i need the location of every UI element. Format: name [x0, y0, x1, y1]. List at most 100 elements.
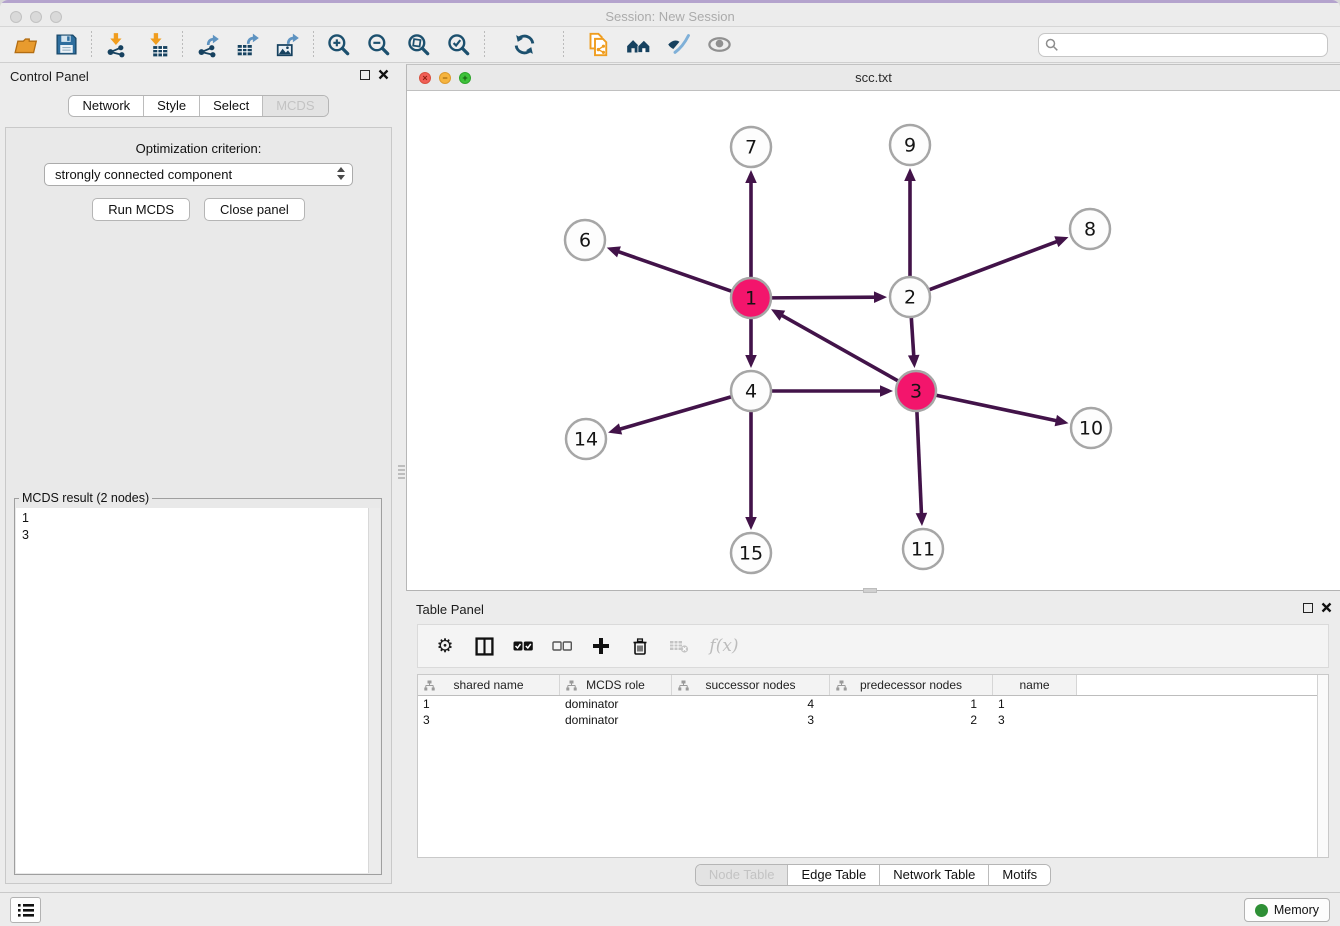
table-tabs: Node TableEdge TableNetwork TableMotifs — [695, 864, 1051, 886]
network-canvas[interactable]: 7968124314101511 — [407, 91, 1340, 591]
edge-3-11[interactable] — [917, 411, 922, 515]
zoom-fit-icon[interactable] — [399, 29, 439, 61]
column-header-successor-nodes[interactable]: successor nodes — [672, 675, 830, 695]
network-graph: 7968124314101511 — [407, 91, 1340, 591]
save-session-icon[interactable] — [46, 29, 86, 61]
edge-arrowhead-4-14 — [608, 423, 622, 434]
documents-share-icon[interactable] — [579, 29, 619, 61]
mcds-result-title: MCDS result (2 nodes) — [19, 491, 152, 505]
columns-icon[interactable] — [471, 633, 497, 659]
import-table-icon[interactable] — [137, 29, 177, 61]
cell-name[interactable]: 1 — [993, 696, 1077, 712]
graph-node-label-6: 6 — [579, 230, 591, 252]
edge-arrowhead-1-4 — [745, 355, 757, 368]
window-title: Session: New Session — [0, 9, 1340, 24]
cell-successor-nodes[interactable]: 3 — [672, 712, 830, 728]
control-panel: Control Panel NetworkStyleSelectMCDS Opt… — [0, 63, 397, 892]
export-image-icon[interactable] — [268, 29, 308, 61]
edge-1-6[interactable] — [617, 251, 732, 291]
edge-1-2[interactable] — [771, 297, 876, 298]
optimization-criterion-label: Optimization criterion: — [6, 141, 391, 156]
tab-node-table[interactable]: Node Table — [696, 865, 789, 885]
panel-splitter[interactable] — [397, 63, 406, 892]
cell-predecessor-nodes[interactable]: 1 — [830, 696, 993, 712]
zoom-selected-icon[interactable] — [439, 29, 479, 61]
close-panel-button[interactable]: Close panel — [204, 198, 305, 221]
checked-boxes-icon[interactable] — [510, 633, 536, 659]
criterion-select[interactable]: strongly connected component — [44, 163, 353, 186]
gear-icon[interactable]: ⚙ — [432, 633, 458, 659]
export-table-icon[interactable] — [228, 29, 268, 61]
panel-selector-button[interactable] — [10, 897, 41, 923]
cell-shared-name[interactable]: 3 — [418, 712, 560, 728]
column-header-shared-name[interactable]: shared name — [418, 675, 560, 695]
edge-arrowhead-2-3 — [908, 355, 920, 368]
cell-successor-nodes[interactable]: 4 — [672, 696, 830, 712]
graph-node-label-7: 7 — [745, 137, 757, 159]
toolbar-separator — [313, 31, 314, 59]
close-panel-icon[interactable] — [1321, 602, 1332, 613]
edge-2-3[interactable] — [911, 317, 914, 357]
tab-network-table[interactable]: Network Table — [880, 865, 989, 885]
apply-layout-icon[interactable] — [504, 29, 544, 61]
column-header-MCDS-role[interactable]: MCDS role — [560, 675, 672, 695]
edge-arrowhead-4-15 — [745, 517, 757, 530]
float-panel-icon[interactable] — [360, 70, 370, 80]
node-table[interactable]: shared nameMCDS rolesuccessor nodesprede… — [417, 674, 1329, 858]
network-window-title: scc.txt — [407, 70, 1340, 85]
table-toolbar: ⚙ f(x) — [417, 624, 1329, 668]
edge-3-1[interactable] — [781, 315, 899, 381]
tab-select[interactable]: Select — [200, 96, 263, 116]
edge-arrowhead-3-10 — [1055, 415, 1069, 426]
close-panel-icon[interactable] — [378, 69, 389, 80]
export-network-icon[interactable] — [188, 29, 228, 61]
unchecked-boxes-icon[interactable] — [549, 633, 575, 659]
eye-slash-icon[interactable] — [659, 29, 699, 61]
mcds-result-area[interactable]: 1 3 — [16, 508, 380, 873]
application-window: Session: New Session — [0, 0, 1340, 926]
tab-motifs[interactable]: Motifs — [989, 865, 1050, 885]
edge-3-10[interactable] — [936, 395, 1058, 421]
splitter-grip[interactable] — [398, 465, 405, 481]
search-icon — [1045, 38, 1059, 52]
column-header-name[interactable]: name — [993, 675, 1077, 695]
tab-mcds[interactable]: MCDS — [263, 96, 327, 116]
table-body: 1dominator4113dominator323 — [418, 696, 1328, 728]
graph-node-label-4: 4 — [745, 381, 757, 403]
edge-2-8[interactable] — [929, 241, 1058, 290]
plus-icon[interactable] — [588, 633, 614, 659]
cell-MCDS-role[interactable]: dominator — [560, 712, 672, 728]
column-header-predecessor-nodes[interactable]: predecessor nodes — [830, 675, 993, 695]
open-file-icon[interactable] — [6, 29, 46, 61]
edge-4-14[interactable] — [619, 397, 732, 430]
tab-network[interactable]: Network — [69, 96, 144, 116]
search-input[interactable] — [1038, 33, 1328, 57]
trash-icon[interactable] — [627, 633, 653, 659]
edge-arrowhead-2-8 — [1054, 236, 1068, 247]
table-scrollbar[interactable] — [1317, 675, 1328, 857]
tab-edge-table[interactable]: Edge Table — [788, 865, 880, 885]
run-mcds-button[interactable]: Run MCDS — [92, 198, 190, 221]
table-row[interactable]: 1dominator411 — [418, 696, 1328, 712]
delete-table-icon — [666, 633, 692, 659]
canvas-resize-grip[interactable] — [863, 588, 877, 593]
houses-icon[interactable] — [619, 29, 659, 61]
zoom-in-icon[interactable] — [319, 29, 359, 61]
graph-node-label-15: 15 — [739, 543, 763, 565]
cell-MCDS-role[interactable]: dominator — [560, 696, 672, 712]
cell-shared-name[interactable]: 1 — [418, 696, 560, 712]
graph-node-label-9: 9 — [904, 135, 916, 157]
float-panel-icon[interactable] — [1303, 603, 1313, 613]
memory-button[interactable]: Memory — [1244, 898, 1330, 922]
import-network-icon[interactable] — [97, 29, 137, 61]
result-scrollbar[interactable] — [368, 508, 380, 873]
network-window-titlebar[interactable]: × − + scc.txt — [407, 65, 1340, 91]
edge-arrowhead-4-3 — [880, 385, 893, 397]
cell-predecessor-nodes[interactable]: 2 — [830, 712, 993, 728]
cell-name[interactable]: 3 — [993, 712, 1077, 728]
graph-node-label-14: 14 — [574, 429, 598, 451]
tab-style[interactable]: Style — [144, 96, 200, 116]
mcds-panel: Optimization criterion: strongly connect… — [5, 127, 392, 884]
zoom-out-icon[interactable] — [359, 29, 399, 61]
table-row[interactable]: 3dominator323 — [418, 712, 1328, 728]
